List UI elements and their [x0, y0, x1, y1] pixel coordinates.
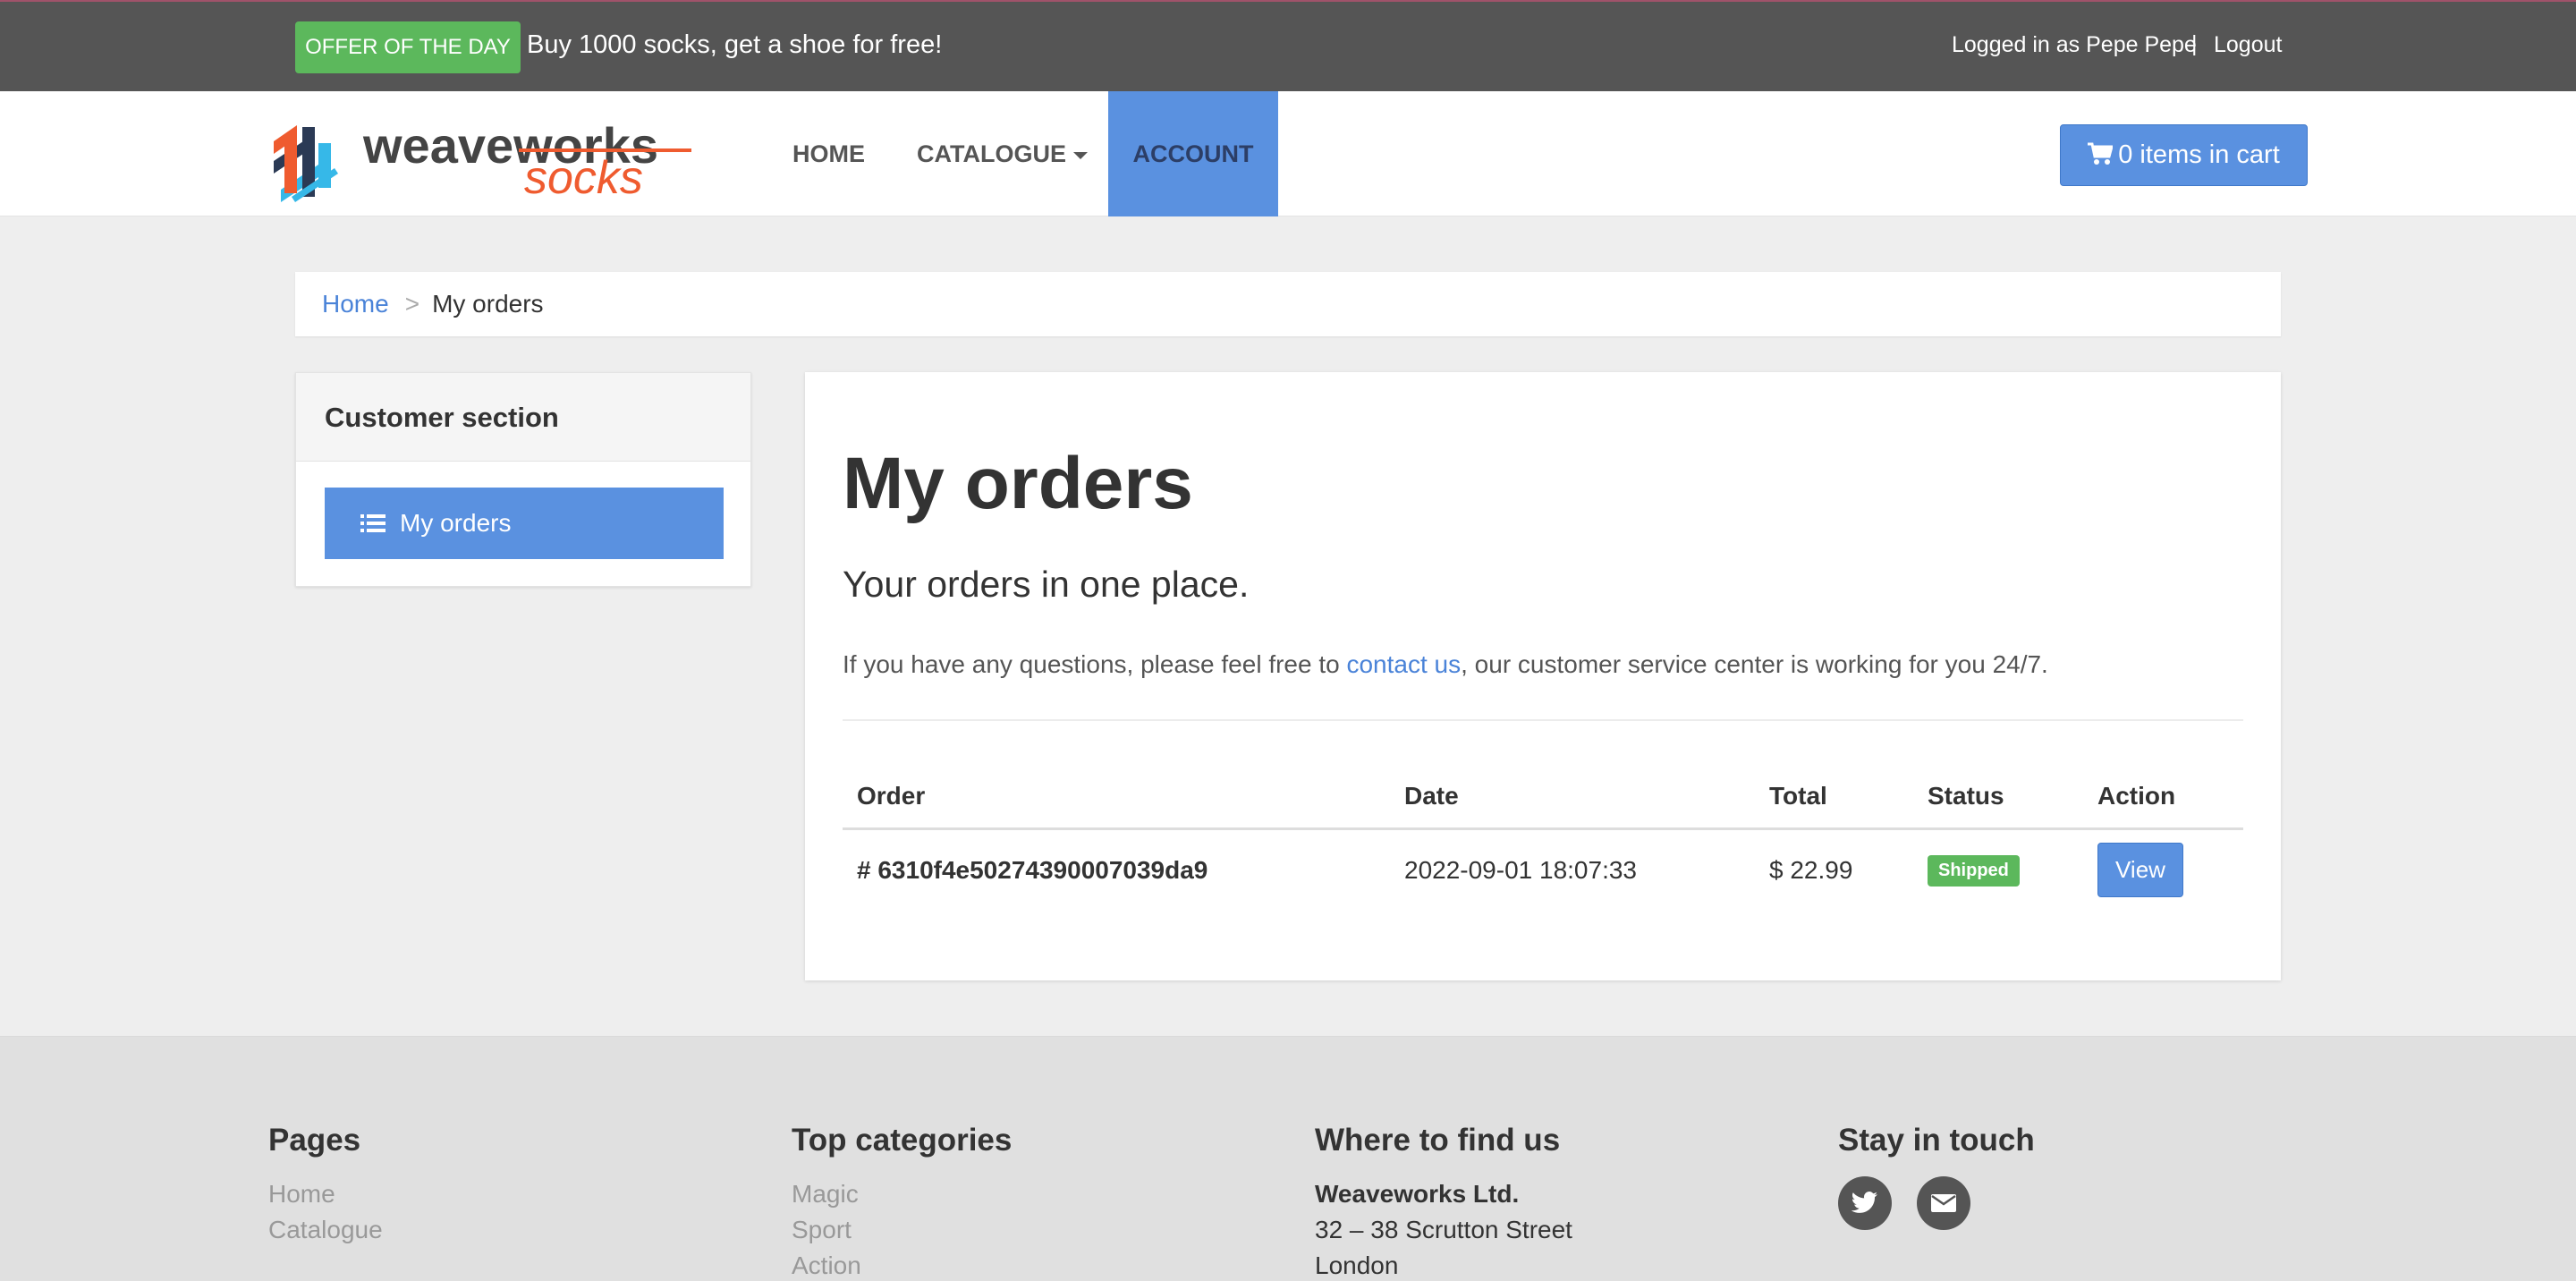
- view-order-button[interactable]: View: [2097, 843, 2183, 898]
- shopping-cart-icon: [2088, 142, 2114, 165]
- weaveworks-socks-logo[interactable]: weaveworks socks: [267, 107, 696, 206]
- order-action-cell: View: [2083, 828, 2243, 911]
- order-date: 2022-09-01 18:07:33: [1404, 855, 1637, 884]
- order-status-cell: Shipped: [1913, 828, 2083, 911]
- order-id: # 6310f4e50274390007039da9: [857, 855, 1208, 884]
- cart-label: 0 items in cart: [2118, 140, 2280, 169]
- footer: Pages Home Catalogue Top categories Magi…: [0, 1036, 2576, 1281]
- nav-account[interactable]: ACCOUNT: [1108, 91, 1278, 216]
- footer-categories-column: Top categories Magic Sport Action: [792, 1123, 1012, 1281]
- breadcrumb-separator: >: [404, 290, 420, 318]
- customer-section-heading: Customer section: [296, 373, 750, 462]
- offer-of-the-day-badge: OFFER OF THE DAY: [295, 21, 521, 73]
- top-bar-separator: |: [2191, 31, 2198, 56]
- breadcrumb: Home > My orders: [295, 272, 2281, 336]
- main-navbar: weaveworks socks HOME CATALOGUE ACCOUNT …: [0, 91, 2576, 216]
- contact-us-link[interactable]: contact us: [1346, 650, 1461, 678]
- footer-company-name: Weaveworks Ltd.: [1315, 1180, 1520, 1208]
- footer-touch-heading: Stay in touch: [1838, 1123, 2035, 1158]
- nav-catalogue-label: CATALOGUE: [917, 140, 1066, 167]
- logged-in-text: Logged in as Pepe Pepe: [1952, 32, 2197, 57]
- nav-catalogue[interactable]: CATALOGUE: [917, 91, 1088, 216]
- email-icon[interactable]: [1917, 1176, 1971, 1230]
- logo-text-bottom: socks: [524, 152, 643, 204]
- customer-section-panel: Customer section My orders: [295, 372, 751, 587]
- twitter-icon[interactable]: [1838, 1176, 1892, 1230]
- footer-pages-heading: Pages: [268, 1123, 361, 1158]
- help-text-before: If you have any questions, please feel f…: [843, 650, 1347, 678]
- status-badge: Shipped: [1928, 855, 2020, 887]
- footer-street: 32 – 38 Scrutton Street: [1315, 1216, 1572, 1243]
- footer-link-catalogue[interactable]: Catalogue: [268, 1212, 383, 1248]
- footer-link-action[interactable]: Action: [792, 1248, 1012, 1281]
- logout-link[interactable]: Logout: [2214, 32, 2282, 58]
- help-text: If you have any questions, please feel f…: [843, 650, 2048, 679]
- list-icon: [360, 514, 386, 532]
- footer-social-column: Stay in touch: [1838, 1123, 2035, 1230]
- sidebar-item-label: My orders: [400, 509, 512, 537]
- breadcrumb-home-link[interactable]: Home: [322, 290, 389, 318]
- footer-where-heading: Where to find us: [1315, 1123, 1561, 1158]
- table-header-row: Order Date Total Status Action: [843, 766, 2243, 830]
- footer-address-column: Where to find us Weaveworks Ltd. 32 – 38…: [1315, 1123, 1572, 1281]
- order-total: $ 22.99: [1769, 855, 1853, 884]
- orders-panel: My orders Your orders in one place. If y…: [805, 372, 2281, 980]
- chevron-down-icon: [1072, 151, 1088, 159]
- footer-link-sport[interactable]: Sport: [792, 1212, 1012, 1248]
- footer-link-home[interactable]: Home: [268, 1176, 383, 1212]
- table-row: # 6310f4e50274390007039da9 2022-09-01 18…: [843, 828, 2243, 911]
- column-header-order: Order: [843, 766, 1390, 830]
- breadcrumb-current: My orders: [432, 290, 544, 318]
- column-header-action: Action: [2083, 766, 2243, 830]
- column-header-status: Status: [1913, 766, 2083, 830]
- page-lead: Your orders in one place.: [843, 564, 1250, 605]
- column-header-date: Date: [1390, 766, 1755, 830]
- footer-link-magic[interactable]: Magic: [792, 1176, 1012, 1212]
- nav-home[interactable]: HOME: [792, 91, 865, 216]
- help-text-after: , our customer service center is working…: [1461, 650, 2048, 678]
- column-header-total: Total: [1755, 766, 1913, 830]
- offer-text: Buy 1000 socks, get a shoe for free!: [527, 30, 943, 59]
- footer-city: London: [1315, 1251, 1399, 1279]
- cart-button[interactable]: 0 items in cart: [2060, 124, 2308, 186]
- orders-table: Order Date Total Status Action # 6310f4e…: [843, 766, 2243, 911]
- sidebar-item-my-orders[interactable]: My orders: [325, 488, 724, 559]
- logo-graphic: weaveworks socks: [274, 117, 691, 204]
- footer-categories-heading: Top categories: [792, 1123, 1013, 1158]
- top-bar: OFFER OF THE DAY Buy 1000 socks, get a s…: [0, 0, 2576, 91]
- page-title: My orders: [843, 443, 1193, 524]
- divider: [843, 719, 2243, 721]
- footer-pages-column: Pages Home Catalogue: [268, 1123, 383, 1248]
